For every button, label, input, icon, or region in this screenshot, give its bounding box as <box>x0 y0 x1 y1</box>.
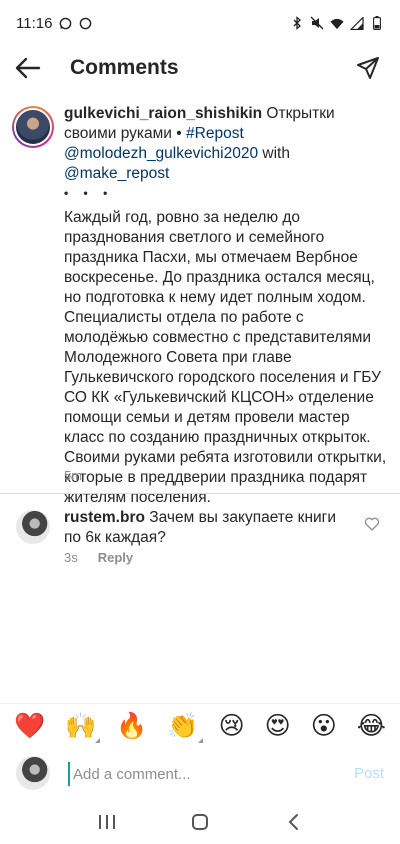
caption-avatar[interactable] <box>12 106 54 148</box>
emoji-clap-glyph: 👏 <box>167 710 199 740</box>
status-left: 11:16 <box>16 15 92 32</box>
back-button[interactable] <box>14 54 42 82</box>
emoji-fire[interactable]: 🔥 <box>116 711 147 741</box>
comment-text: rustem.bro Зачем вы закупаете книги по 6… <box>64 508 354 548</box>
header: Comments <box>0 46 400 90</box>
caption-text: gulkevichi_raion_shishikin Открытки свои… <box>64 104 390 508</box>
share-button[interactable] <box>354 54 382 82</box>
comment-username[interactable]: rustem.bro <box>64 509 145 526</box>
emoji-heart-eyes[interactable]: 😍 <box>265 711 291 741</box>
comment-avatar[interactable] <box>16 510 50 544</box>
back-icon <box>288 814 299 830</box>
current-user-avatar <box>16 756 50 790</box>
with-text: with <box>258 145 290 162</box>
bluetooth-icon <box>290 16 304 30</box>
recent-apps-button[interactable] <box>92 807 122 837</box>
heart-outline-icon[interactable] <box>364 516 380 532</box>
emoji-raised-hands[interactable]: 🙌 <box>65 710 101 743</box>
comment-item: rustem.bro Зачем вы закупаете книги по 6… <box>0 508 400 568</box>
emoji-crying[interactable]: 😢 <box>219 711 245 741</box>
caption-divider <box>0 493 400 494</box>
system-nav-bar <box>0 800 400 844</box>
emoji-clap[interactable]: 👏 <box>167 710 203 743</box>
paper-plane-icon <box>357 57 379 79</box>
home-icon <box>191 814 208 830</box>
battery-icon <box>370 16 384 30</box>
comment-timestamp: 3s <box>64 550 78 565</box>
emoji-surprised[interactable]: 😮 <box>311 711 337 741</box>
arrow-left-icon <box>15 57 41 79</box>
caption-body: Каждый год, ровно за неделю до празднова… <box>64 209 387 506</box>
signal-icon <box>350 16 364 30</box>
status-right <box>290 16 384 30</box>
system-back-button[interactable] <box>278 807 308 837</box>
whatsapp-icon <box>58 16 72 30</box>
wifi-icon <box>330 16 344 30</box>
page-title: Comments <box>70 56 179 79</box>
caption-username[interactable]: gulkevichi_raion_shishikin <box>64 105 262 122</box>
emoji-heart[interactable]: ❤️ <box>14 711 45 741</box>
comment-input[interactable] <box>68 762 328 786</box>
skin-tone-indicator <box>95 737 101 743</box>
status-time: 11:16 <box>16 14 53 32</box>
home-button[interactable] <box>185 807 215 837</box>
caption-dots: • • • <box>64 186 114 200</box>
make-repost-mention[interactable]: @make_repost <box>64 165 169 182</box>
mute-icon <box>310 16 324 30</box>
recent-apps-icon <box>98 815 115 829</box>
emoji-raised-hands-glyph: 🙌 <box>65 710 97 740</box>
comment-meta: 3s Reply <box>64 550 133 565</box>
post-button[interactable]: Post <box>354 765 384 782</box>
skin-tone-indicator <box>197 737 203 743</box>
status-bar: 11:16 <box>0 0 400 46</box>
comment-input-bar: Post <box>0 752 400 800</box>
circle-icon <box>78 16 92 30</box>
caption-timestamp: 5m <box>64 468 83 483</box>
emoji-bar: ❤️ 🙌 🔥 👏 😢 😍 😮 😂 <box>0 703 400 747</box>
repost-hashtag[interactable]: #Repost <box>186 125 244 142</box>
source-mention[interactable]: @molodezh_gulkevichi2020 <box>64 145 258 162</box>
reply-button[interactable]: Reply <box>98 550 133 565</box>
emoji-laughing[interactable]: 😂 <box>357 711 386 741</box>
